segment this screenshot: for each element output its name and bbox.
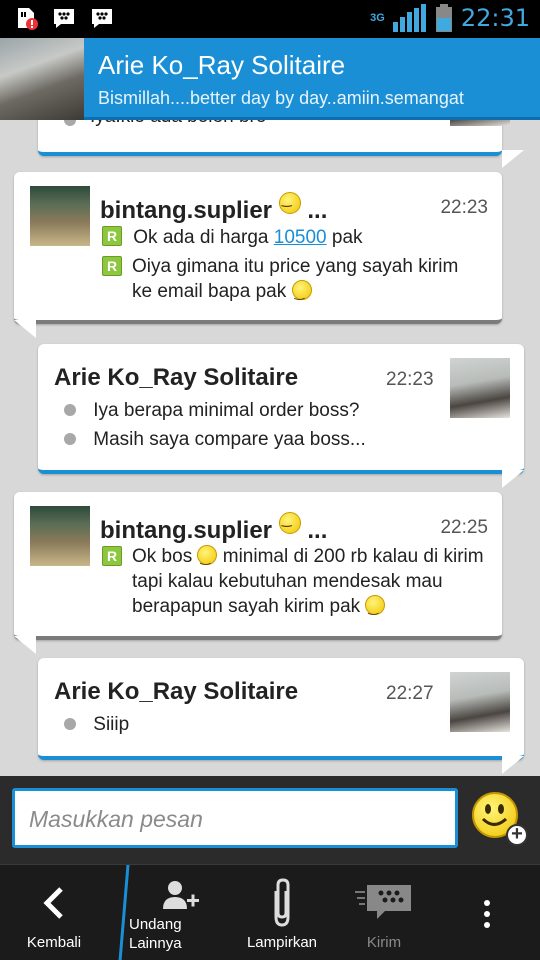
bbm-notification-icon (54, 9, 74, 28)
phone-number-link[interactable]: 10500 (274, 227, 327, 248)
attach-label: Lampirkan (246, 934, 318, 951)
smiley-icon (197, 545, 218, 571)
sender-avatar (30, 506, 90, 566)
read-status-icon: R (102, 546, 122, 566)
send-button[interactable]: Kirim (346, 865, 422, 960)
network-type: 3G (370, 12, 385, 24)
emoticon-button[interactable]: + (472, 792, 528, 848)
chevron-left-icon (43, 887, 63, 919)
sender-avatar (30, 186, 90, 246)
clock: 22:31 (460, 4, 530, 32)
message-line: R Oiya gimana itu price yang sayah kirim… (102, 254, 482, 306)
bbm-notification-icon (92, 9, 112, 28)
message-bubble-outgoing: Arie Ko_Ray Solitaire 22:23 Iya berapa m… (38, 344, 524, 474)
message-line: Iya berapa minimal order boss? (64, 398, 359, 423)
delivered-dot (64, 718, 76, 730)
message-input[interactable]: Masukkan pesan (12, 788, 458, 848)
back-button[interactable]: Kembali (0, 865, 108, 960)
add-contact-icon (163, 881, 199, 909)
smiley-icon (278, 512, 301, 534)
signal-icon (392, 4, 426, 32)
bubble-tail (502, 756, 524, 774)
contact-name: Arie Ko_Ray Solitaire (98, 50, 346, 80)
bbm-send-icon (355, 885, 411, 919)
message-bubble-incoming: bintang.suplier ... 22:23 R Ok ada di ha… (14, 172, 502, 324)
message-time: 22:23 (386, 369, 434, 390)
sender-name: bintang.suplier ... (100, 512, 327, 545)
battery-icon (435, 4, 452, 32)
message-time: 22:27 (386, 683, 434, 704)
invite-more-button[interactable]: Undang Lainnya (126, 865, 236, 960)
message-line: Siiip (64, 712, 129, 737)
sender-name: bintang.suplier ... (100, 192, 327, 225)
message-input-placeholder: Masukkan pesan (29, 806, 203, 832)
invite-label: Undang Lainnya (129, 916, 182, 952)
message-bubble-incoming: bintang.suplier ... 22:25 R Ok bos minim… (14, 492, 502, 640)
read-status-icon: R (102, 226, 122, 246)
attach-button[interactable]: Lampirkan (236, 865, 328, 960)
sender-avatar (450, 672, 510, 732)
sim-alert-icon (18, 8, 38, 30)
chat-history[interactable]: Iya.klo ada boleh bro bintang.suplier ..… (0, 120, 540, 776)
paperclip-icon (274, 878, 290, 927)
composer: Masukkan pesan + (0, 776, 540, 864)
message-line: R Ok bos minimal di 200 rb kalau di kiri… (102, 544, 492, 621)
personal-message: Bismillah....better day by day..amiin.se… (98, 88, 464, 108)
read-status-icon: R (102, 256, 122, 276)
bubble-tail (14, 320, 36, 338)
message-text: Iya.klo ada boleh bro (90, 120, 266, 129)
back-label: Kembali (26, 934, 82, 951)
bottom-action-bar: Kembali Undang Lainnya Lampirkan Kirim (0, 864, 540, 960)
bubble-tail (502, 150, 524, 168)
bubble-tail (502, 470, 524, 488)
bubble-tail (14, 636, 36, 654)
sender-name: Arie Ko_Ray Solitaire (54, 678, 299, 705)
contact-avatar[interactable] (0, 38, 84, 120)
message-time: 22:25 (440, 517, 488, 538)
smiley-icon (365, 595, 386, 621)
status-bar: 3G 22:31 (0, 0, 540, 38)
message-line: R Ok ada di harga 10500 pak (102, 225, 482, 250)
delivered-dot (64, 404, 76, 416)
delivered-dot (64, 120, 76, 126)
sender-name: Arie Ko_Ray Solitaire (54, 364, 299, 391)
message-time: 22:23 (440, 197, 488, 218)
sender-avatar (450, 358, 510, 418)
smiley-icon (291, 280, 312, 306)
send-label: Kirim (366, 934, 402, 951)
delivered-dot (64, 433, 76, 445)
plus-icon: + (506, 824, 528, 846)
chat-header[interactable]: Arie Ko_Ray Solitaire Bismillah....bette… (0, 38, 540, 120)
smiley-icon (278, 192, 301, 214)
message-bubble-outgoing-partial: Iya.klo ada boleh bro (38, 120, 510, 156)
overflow-menu-button[interactable] (460, 865, 514, 960)
sender-avatar (450, 120, 510, 126)
message-bubble-outgoing: Arie Ko_Ray Solitaire 22:27 Siiip (38, 658, 524, 760)
message-line: Masih saya compare yaa boss... (64, 427, 366, 452)
more-vertical-icon (484, 900, 490, 928)
